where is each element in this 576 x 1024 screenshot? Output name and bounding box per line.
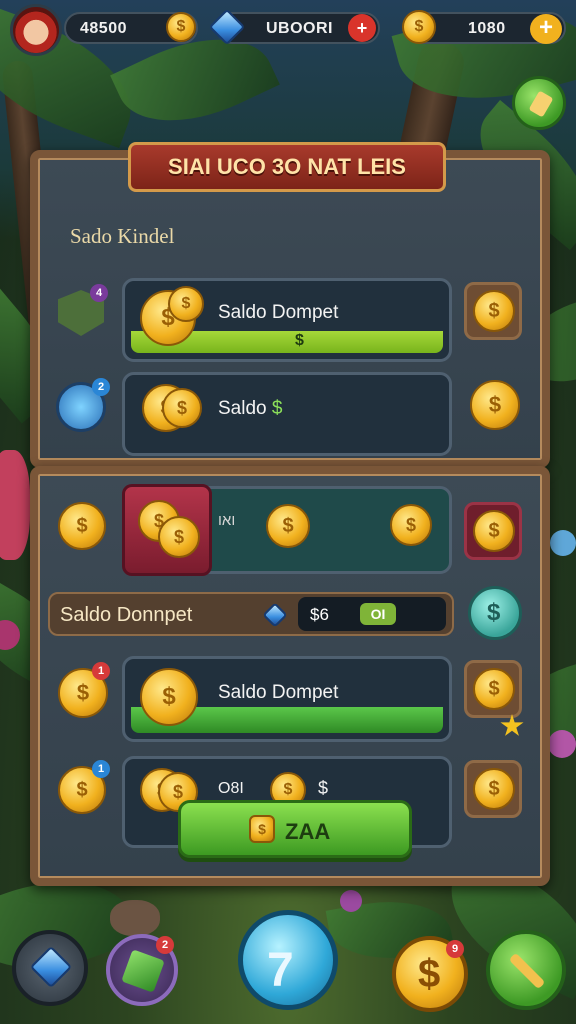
- collect-button[interactable]: $: [464, 760, 522, 818]
- wrench-icon: [508, 952, 546, 990]
- gem-icon: [29, 945, 73, 989]
- collect-coin-button[interactable]: $: [470, 380, 520, 430]
- panel-subtitle: Sado Kindel: [70, 224, 175, 248]
- coin-stack-icon: $: [140, 668, 198, 726]
- add-gems-button[interactable]: +: [348, 14, 376, 42]
- nav-main-button[interactable]: 7: [238, 910, 338, 1010]
- wallet-label: Saldo Donnpet: [60, 604, 193, 626]
- wallet-amount: $6: [310, 605, 329, 624]
- wallet-amount-box: $6 OI: [298, 597, 446, 631]
- coin-icon: $: [249, 815, 275, 843]
- nav-tools-button[interactable]: [486, 930, 566, 1010]
- teal-coin-button[interactable]: $: [468, 586, 522, 640]
- add-resource-button[interactable]: +: [530, 14, 562, 44]
- badge-count: 1: [92, 760, 110, 778]
- nav-coins-button[interactable]: $ 9: [392, 936, 468, 1012]
- coin-icon: $: [266, 504, 310, 548]
- badge-count: 2: [156, 936, 174, 954]
- coin-icon: $: [473, 510, 515, 552]
- row-label: Saldo $: [218, 398, 283, 419]
- row-label: O8I: [218, 780, 244, 797]
- gem-icon: [262, 602, 288, 628]
- coin-icon: $: [473, 768, 515, 810]
- hammer-icon: 7: [267, 944, 294, 997]
- coin-icon: $: [473, 668, 515, 710]
- row-label: ואו: [218, 512, 236, 529]
- coin-icon: $: [390, 504, 432, 546]
- claim-button-label: ZAA: [285, 819, 331, 844]
- badge-count: 1: [92, 662, 110, 680]
- badge-count: 2: [92, 378, 110, 396]
- coin-icon: $: [168, 286, 204, 322]
- pencil-icon: [528, 90, 554, 118]
- coin-icon: $: [162, 388, 202, 428]
- claim-button[interactable]: $ ZAA: [178, 800, 412, 858]
- coin-count: 48500: [80, 20, 127, 37]
- bar-text: $: [295, 332, 304, 349]
- edit-button[interactable]: [512, 76, 566, 130]
- row-label: Saldo Dompet: [218, 302, 339, 323]
- resource-count: 1080: [468, 20, 506, 37]
- wallet-tag: OI: [360, 603, 396, 625]
- collect-button[interactable]: $: [464, 502, 522, 560]
- badge-count: 9: [446, 940, 464, 958]
- coin-icon: $: [473, 290, 515, 332]
- badge-count: 4: [90, 284, 108, 302]
- row-label-right: $: [318, 778, 329, 798]
- player-avatar[interactable]: [10, 4, 62, 56]
- nav-inventory-button[interactable]: 2: [106, 934, 178, 1006]
- panel-title: SIAI UCO 3O NAT LEIS: [128, 142, 446, 192]
- dollar-icon: $: [418, 952, 441, 996]
- row-label: Saldo Dompet: [218, 682, 339, 703]
- nav-gems-button[interactable]: [12, 930, 88, 1006]
- collect-button[interactable]: $: [464, 282, 522, 340]
- coin-icon: $: [58, 502, 106, 550]
- box-icon: [121, 949, 165, 993]
- coin-icon: $: [158, 516, 200, 558]
- coin-stack-icon: $: [402, 10, 436, 44]
- gem-count: UBOORI: [266, 20, 333, 37]
- dollar-icon: $: [487, 599, 501, 626]
- top-resource-bar: 48500 $ UBOORI + 1080 $ +: [0, 0, 576, 60]
- coin-icon: $: [166, 12, 196, 42]
- wallet-strip: Saldo Donnpet $6 OI: [48, 592, 454, 636]
- collect-button[interactable]: $: [464, 660, 522, 718]
